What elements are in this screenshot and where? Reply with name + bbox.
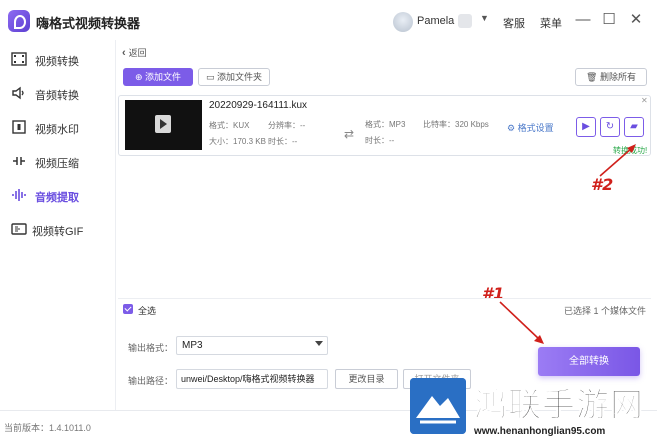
sidebar-item-label: 视频转换	[35, 56, 79, 68]
title-bar: 嗨格式视频转换器 Pamela ▼ 客服 菜单 — ☐ ✕	[0, 0, 657, 40]
waveform-icon	[12, 189, 26, 201]
gif-icon	[11, 223, 27, 235]
source-size: 大小：170.3 KB	[209, 137, 266, 146]
watermark-title: 鸿联手游网	[474, 385, 644, 425]
shuffle-arrow-icon: ⇄	[344, 127, 355, 141]
output-bitrate: 比特率：320 Kbps	[423, 120, 489, 129]
sidebar-item-video-to-gif[interactable]: 视频转GIF	[0, 214, 116, 244]
output-duration: 时长：--	[365, 136, 395, 145]
watermark-icon	[12, 120, 26, 134]
open-folder-button[interactable]: ▰	[624, 117, 644, 137]
annotation-label-1: #1	[482, 284, 505, 303]
close-button[interactable]: ✕	[624, 8, 648, 32]
watermark-logo	[410, 378, 466, 434]
output-format-label: 输出格式：	[128, 343, 174, 353]
select-all-checkbox[interactable]	[123, 304, 133, 314]
customer-service-link[interactable]: 客服	[503, 15, 525, 31]
reconvert-button[interactable]: ↻	[600, 117, 620, 137]
source-format: 格式：KUX	[209, 121, 250, 130]
app-window: 嗨格式视频转换器 Pamela ▼ 客服 菜单 — ☐ ✕ 视频转换 音频转换 …	[0, 0, 657, 442]
file-name: 20220929-164111.kux	[209, 100, 308, 111]
sidebar: 视频转换 音频转换 视频水印 视频压缩 音频提取 视频转GIF	[0, 40, 116, 410]
sidebar-item-video-convert[interactable]: 视频转换	[0, 44, 116, 74]
sidebar-item-label: 视频转GIF	[32, 226, 84, 238]
gear-icon: ⚙	[507, 123, 518, 133]
output-path-label: 输出路径：	[128, 376, 174, 386]
sidebar-item-label: 音频提取	[35, 192, 79, 204]
sidebar-item-label: 视频压缩	[35, 158, 79, 170]
user-name[interactable]: Pamela	[417, 15, 454, 27]
close-icon[interactable]: ✕	[641, 96, 648, 105]
sidebar-item-video-watermark[interactable]: 视频水印	[0, 112, 116, 142]
selected-count: 已选择 1 个媒体文件	[564, 306, 647, 316]
sidebar-item-label: 音频转换	[35, 90, 79, 102]
chevron-left-icon: ‹	[122, 47, 126, 59]
plus-icon: ⊕	[134, 72, 146, 82]
annotation-arrow-1	[499, 301, 544, 344]
avatar[interactable]	[393, 12, 413, 32]
source-resolution: 分辨率：--	[268, 121, 306, 130]
film-strip-icon	[11, 52, 27, 66]
vip-badge-icon	[458, 14, 472, 28]
sidebar-item-audio-convert[interactable]: 音频转换	[0, 78, 116, 108]
refresh-icon: ↻	[605, 121, 615, 132]
app-title: 嗨格式视频转换器	[36, 16, 141, 31]
folder-icon: ▭	[205, 72, 217, 82]
chevron-down-icon[interactable]: ▼	[480, 13, 489, 23]
annotation-label-2: #2	[591, 175, 614, 194]
back-link[interactable]: ‹ 返回	[122, 46, 147, 59]
menu-link[interactable]: 菜单	[540, 15, 562, 31]
output-format-select[interactable]: MP3	[176, 336, 328, 355]
select-all-label[interactable]: 全选	[138, 304, 156, 317]
clear-all-button[interactable]: 🗑 删除所有	[575, 68, 647, 86]
sidebar-item-video-compress[interactable]: 视频压缩	[0, 146, 116, 176]
speaker-icon	[12, 86, 24, 100]
sidebar-item-audio-extract[interactable]: 音频提取	[0, 180, 116, 210]
sidebar-item-label: 视频水印	[35, 124, 79, 136]
play-button[interactable]: ▶	[576, 117, 596, 137]
source-duration: 时长：--	[268, 137, 298, 146]
play-triangle-icon: ▶	[582, 121, 590, 132]
format-settings-link[interactable]: ⚙ 格式设置	[507, 121, 554, 134]
site-watermark: 鸿联手游网 www.henanhonglian95.com	[410, 378, 657, 442]
version-label: 当前版本：1.4.1011.0	[4, 423, 91, 433]
folder-icon: ▰	[630, 121, 638, 132]
play-icon[interactable]	[155, 115, 171, 133]
app-logo-icon	[8, 10, 30, 32]
chevron-down-icon[interactable]	[315, 341, 323, 346]
add-folder-button[interactable]: ▭ 添加文件夹	[198, 68, 270, 86]
bird-logo-icon	[410, 378, 466, 434]
trash-icon: 🗑	[586, 72, 600, 82]
watermark-url: www.henanhonglian95.com	[474, 426, 606, 437]
maximize-button[interactable]: ☐	[597, 8, 621, 32]
divider	[118, 298, 651, 299]
add-file-button[interactable]: ⊕ 添加文件	[123, 68, 193, 86]
output-format-meta: 格式：MP3	[365, 120, 406, 129]
output-path-field[interactable]: unwei/Desktop/嗨格式视频转换器	[176, 369, 328, 389]
minimize-button[interactable]: —	[571, 8, 595, 32]
convert-all-button[interactable]: 全部转换	[538, 347, 640, 376]
compress-icon	[13, 157, 25, 165]
status-badge: 转换成功!	[613, 146, 648, 155]
change-directory-button[interactable]: 更改目录	[335, 369, 398, 389]
